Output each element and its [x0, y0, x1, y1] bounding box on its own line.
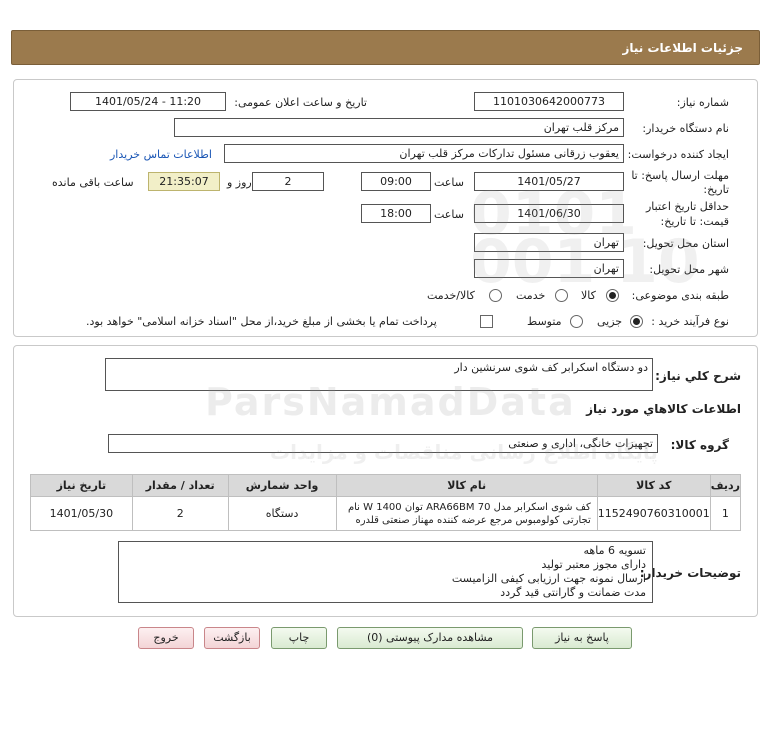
goods-table-header: ردیف کد کالا نام کالا واحد شمارش تعداد /… — [30, 474, 742, 497]
creator-label: ایجاد کننده درخواست: — [627, 148, 729, 161]
cell-unit: دستگاه — [227, 496, 337, 531]
deadline-time-label: ساعت — [434, 176, 464, 189]
days-label: روز و — [227, 176, 252, 189]
need-details-panel: شرح كلي نياز: دو دستگاه اسکرابر کف شوی س… — [13, 345, 758, 617]
goods-table: ردیف کد کالا نام کالا واحد شمارش تعداد /… — [30, 474, 742, 531]
buyer-contact-link[interactable]: اطلاعات تماس خریدار — [110, 148, 212, 161]
city-field: تهران — [474, 259, 624, 278]
creator-field: یعقوب زرقانی مسئول تدارکات مرکز قلب تهرا… — [224, 144, 624, 163]
note-line: دارای مجوز معتبر تولید — [541, 558, 646, 571]
note-line: ارسال نمونه جهت ارزیابی کیفی الزامیست — [451, 572, 646, 585]
page-title: جزئیات اطلاعات نیاز — [622, 41, 743, 55]
treasury-payment-checkbox[interactable] — [480, 315, 493, 328]
summary-box: دو دستگاه اسکرابر کف شوی سرنشین دار — [105, 358, 653, 391]
announce-label: تاریخ و ساعت اعلان عمومی: — [234, 96, 367, 109]
cell-name: کف شوی اسکرابر مدل ARA66BM 70 توان W 140… — [335, 496, 598, 531]
deadline-label: مهلت ارسال پاسخ: تا — [631, 169, 729, 182]
category-option-goods-service: کالا/خدمت — [427, 289, 475, 302]
attachments-button[interactable]: مشاهده مدارک پیوستی (0) — [337, 627, 523, 649]
need-number-field: 1101030642000773 — [474, 92, 624, 111]
treasury-payment-note: پرداخت تمام یا بخشی از مبلغ خرید،از محل … — [86, 315, 437, 328]
process-option-minor: جزیی — [597, 315, 623, 328]
col-date: تاریخ نیاز — [30, 474, 133, 497]
category-radio-service[interactable] — [555, 289, 568, 302]
category-radio-goods[interactable] — [606, 289, 619, 302]
note-line: مدت ضمانت و گارانتی قید گردد — [500, 586, 646, 599]
col-qty: تعداد / مقدار — [131, 474, 229, 497]
col-unit: واحد شمارش — [227, 474, 337, 497]
remaining-label: ساعت باقی مانده — [52, 176, 134, 189]
province-field: تهران — [474, 233, 624, 252]
summary-label: شرح كلي نياز: — [655, 369, 741, 383]
goods-info-title: اطلاعات كالاهاي مورد نياز — [586, 402, 741, 416]
deadline-label-2: تاریخ: — [703, 183, 729, 196]
validity-label-2: قیمت: تا تاریخ: — [660, 215, 729, 228]
note-line: تسویه 6 ماهه — [583, 544, 646, 557]
remaining-time-field: 21:35:07 — [148, 172, 220, 191]
reply-button[interactable]: پاسخ به نیاز — [532, 627, 632, 649]
need-number-label: شماره نیاز: — [676, 96, 729, 109]
col-name: نام کالا — [335, 474, 598, 497]
col-row: ردیف — [709, 474, 742, 497]
validity-time-label: ساعت — [434, 208, 464, 221]
notes-box: تسویه 6 ماهه دارای مجوز معتبر تولید ارسا… — [118, 541, 653, 603]
need-info-panel: شماره نیاز: 1101030642000773 تاریخ و ساع… — [13, 79, 758, 337]
deadline-time-field: 09:00 — [361, 172, 431, 191]
col-code: کد کالا — [596, 474, 711, 497]
deadline-date-field: 1401/05/27 — [474, 172, 624, 191]
cell-name-line-1: کف شوی اسکرابر مدل ARA66BM 70 توان W 140… — [347, 501, 591, 513]
announce-field: 1401/05/24 - 11:20 — [70, 92, 226, 111]
process-option-medium: متوسط — [527, 315, 562, 328]
validity-time-field: 18:00 — [361, 204, 431, 223]
validity-label: حداقل تاریخ اعتبار — [645, 200, 729, 213]
goods-group-field: تجهیزات خانگی، اداری و صنعتی — [108, 434, 658, 453]
category-option-service: خدمت — [516, 289, 546, 302]
cell-code: 1152490760310001 — [596, 496, 711, 531]
process-radio-medium[interactable] — [570, 315, 583, 328]
days-field: 2 — [252, 172, 324, 191]
table-row: 1 1152490760310001 کف شوی اسکرابر مدل AR… — [30, 496, 742, 531]
cell-qty: 2 — [131, 496, 229, 531]
goods-group-label: گروه کالا: — [670, 438, 729, 452]
buyer-org-label: نام دستگاه خریدار: — [642, 122, 729, 135]
process-radio-minor[interactable] — [630, 315, 643, 328]
category-radio-goods-service[interactable] — [489, 289, 502, 302]
validity-date-field: 1401/06/30 — [474, 204, 624, 223]
process-label: نوع فرآیند خرید : — [651, 315, 729, 328]
city-label: شهر محل تحویل: — [649, 263, 729, 276]
category-option-goods: کالا — [581, 289, 596, 302]
exit-button[interactable]: خروج — [138, 627, 194, 649]
cell-name-line-2: تجارتی کولومبوس مرجع عرضه کننده مهناز صن… — [355, 514, 591, 526]
category-label: طبقه بندی موضوعی: — [631, 289, 729, 302]
page-header: جزئیات اطلاعات نیاز — [11, 30, 760, 65]
buyer-org-field: مرکز قلب تهران — [174, 118, 624, 137]
cell-row: 1 — [709, 496, 742, 531]
back-button[interactable]: بازگشت — [204, 627, 260, 649]
notes-label: توضیحات خریدار: — [639, 566, 741, 580]
cell-date: 1401/05/30 — [30, 496, 133, 531]
province-label: استان محل تحویل: — [642, 237, 729, 250]
print-button[interactable]: چاپ — [271, 627, 327, 649]
